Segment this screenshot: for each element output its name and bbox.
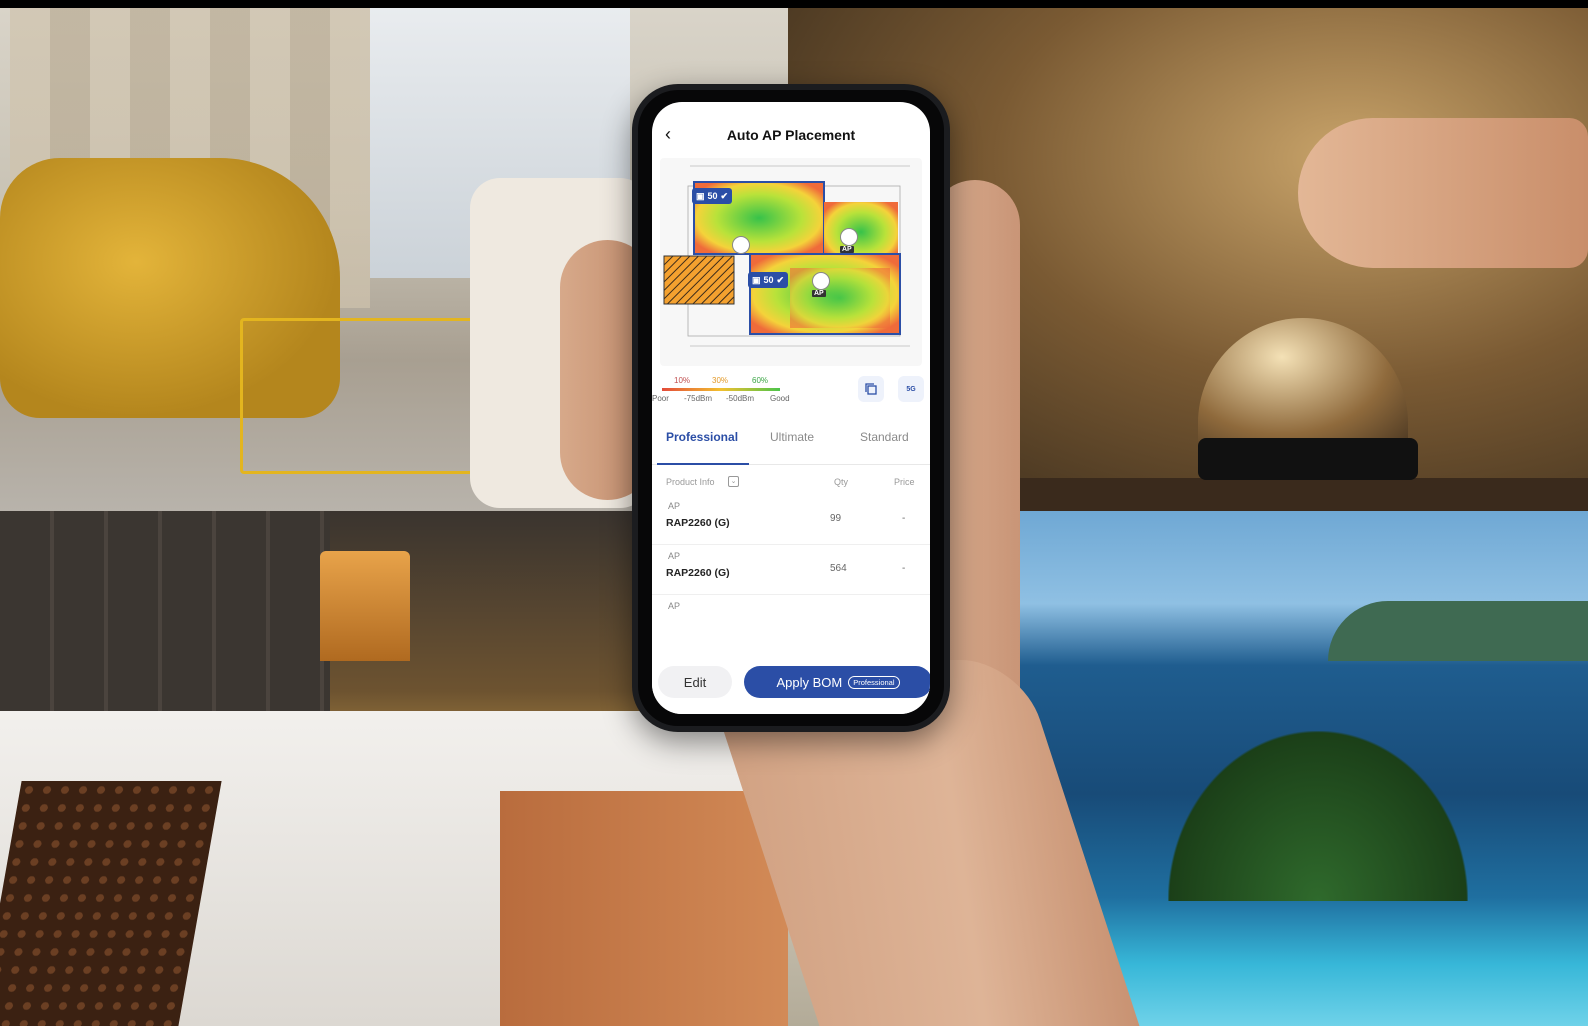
app-header: ‹ Auto AP Placement xyxy=(652,118,930,152)
back-chevron-icon[interactable]: ‹ xyxy=(658,124,678,144)
edit-button[interactable]: Edit xyxy=(658,666,732,698)
header-qty: Qty xyxy=(834,477,849,487)
coastline xyxy=(1328,601,1588,661)
tab-ultimate[interactable]: Ultimate xyxy=(770,430,814,444)
action-footer: Edit Apply BOM Professional xyxy=(652,654,930,714)
table-row[interactable]: AP RAP2260 (G) 99 - xyxy=(652,495,930,545)
smartphone: ‹ Auto AP Placement ▣ 50 ✔ ▣ 50 ✔ AP AP … xyxy=(632,84,950,732)
user-icon: ▣ xyxy=(752,274,761,285)
wifi-band-icon[interactable]: 5G xyxy=(898,376,924,402)
legend-label: -75dBm xyxy=(684,394,713,403)
access-point-icon[interactable] xyxy=(812,272,830,290)
legend-percent: 30% xyxy=(712,376,729,385)
plan-tag: Professional xyxy=(848,675,900,689)
pointing-hand xyxy=(1298,118,1588,268)
lamp-shade xyxy=(320,551,410,661)
legend-percent: 60% xyxy=(752,376,769,385)
user-count-badge: ▣ 50 ✔ xyxy=(748,272,789,288)
legend-percent: 10% xyxy=(674,376,691,385)
ap-label: AP xyxy=(812,290,826,297)
top-black-bar xyxy=(0,0,1588,8)
apply-bom-label: Apply BOM xyxy=(776,674,843,690)
floor-plan-heatmap[interactable]: ▣ 50 ✔ ▣ 50 ✔ AP AP xyxy=(660,158,922,366)
signal-legend: 10% 30% 60% Poor -75dBm -50dBm Good 5G xyxy=(652,372,930,416)
header-price: Price xyxy=(894,477,915,487)
tab-professional[interactable]: Professional xyxy=(666,430,738,444)
header-product-info: Product Info xyxy=(666,477,715,487)
signal-gradient-bar xyxy=(662,388,780,391)
check-icon: ✔ xyxy=(720,190,729,201)
filter-dropdown-icon[interactable]: ⌄ xyxy=(728,476,739,487)
check-icon: ✔ xyxy=(776,274,785,285)
service-bell xyxy=(1198,318,1408,448)
legend-label: Good xyxy=(770,394,790,403)
table-row[interactable]: AP xyxy=(652,595,930,644)
user-count-badge: ▣ 50 ✔ xyxy=(692,188,733,204)
copy-layout-icon[interactable] xyxy=(858,376,884,402)
bell-base xyxy=(1198,438,1418,480)
tab-standard[interactable]: Standard xyxy=(860,430,909,444)
page-title: Auto AP Placement xyxy=(726,127,856,143)
plan-tabs: Professional Ultimate Standard xyxy=(652,416,930,465)
headboard xyxy=(0,511,330,711)
palm-tree xyxy=(1168,731,1468,901)
legend-label: Poor xyxy=(652,394,669,403)
access-point-icon[interactable] xyxy=(840,228,858,246)
table-header: Product Info ⌄ Qty Price xyxy=(652,465,930,495)
table-row[interactable]: AP RAP2260 (G) 564 - xyxy=(652,545,930,595)
legend-label: -50dBm xyxy=(726,394,755,403)
access-point-icon[interactable] xyxy=(732,236,750,254)
gold-side-table xyxy=(240,318,476,474)
apply-bom-button[interactable]: Apply BOM Professional xyxy=(744,666,930,698)
user-icon: ▣ xyxy=(696,190,705,201)
ap-label: AP xyxy=(840,246,854,253)
status-bar xyxy=(652,102,930,118)
app-screen: ‹ Auto AP Placement ▣ 50 ✔ ▣ 50 ✔ AP AP … xyxy=(652,102,930,714)
